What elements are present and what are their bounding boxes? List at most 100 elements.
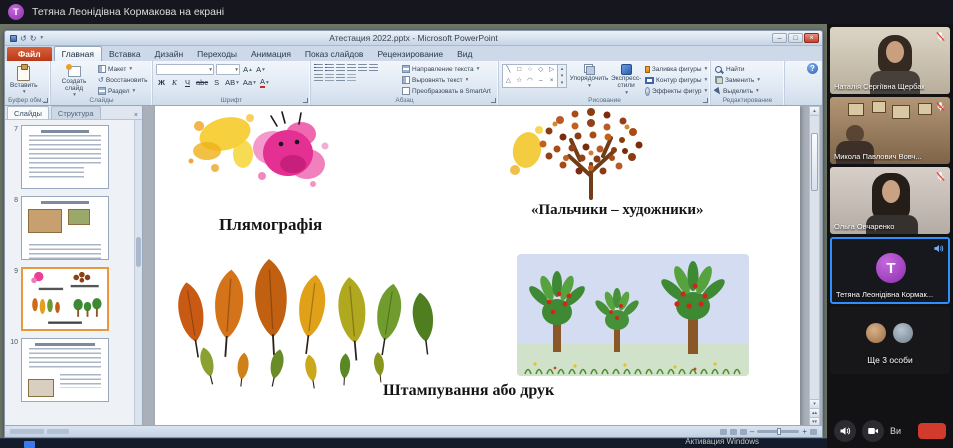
tab-design[interactable]: Дизайн xyxy=(148,47,191,61)
panel-tab-outline[interactable]: Структура xyxy=(51,106,101,119)
redo-icon[interactable]: ↻ xyxy=(30,34,37,43)
shape-effects-button[interactable]: Эффекты фигур▾ xyxy=(644,86,708,96)
justify-icon[interactable] xyxy=(347,74,356,82)
tab-file[interactable]: Файл xyxy=(7,47,52,61)
shape-icon[interactable]: ◇ xyxy=(538,67,543,74)
zoom-slider[interactable] xyxy=(757,430,799,433)
change-case-button[interactable]: Аа▾ xyxy=(242,77,257,88)
slide-scrollbar[interactable]: ▴ ▾ ▴▴ ▾▾ xyxy=(809,106,820,427)
shape-fill-button[interactable]: Заливка фигуры▾ xyxy=(644,64,708,74)
dialog-launcher-icon[interactable] xyxy=(703,98,708,103)
replace-button[interactable]: Заменить▾ xyxy=(714,75,761,85)
new-slide-button[interactable]: Создать слайд▾ xyxy=(54,64,94,99)
text-direction-button[interactable]: Направление текста▾ xyxy=(401,64,493,74)
font-color-button[interactable]: А▾ xyxy=(259,77,270,88)
numbering-icon[interactable] xyxy=(325,64,334,72)
slide-thumbnail[interactable] xyxy=(21,125,109,189)
tab-home[interactable]: Главная xyxy=(54,46,102,61)
quick-access-toolbar[interactable]: ↺ ↻ ▾ xyxy=(10,34,43,43)
quick-styles-button[interactable]: Экспресс-стили▾ xyxy=(611,64,641,96)
participant-tile[interactable]: Наталія Сергіївна Щербак xyxy=(830,27,950,94)
grow-font-button[interactable]: А▴ xyxy=(242,64,253,75)
gallery-scroll[interactable]: ▴▾▾ xyxy=(558,64,567,88)
sorter-view-icon[interactable] xyxy=(730,429,737,435)
dialog-launcher-icon[interactable] xyxy=(491,98,496,103)
participant-tile[interactable]: Микола Павлович Вовч... xyxy=(830,97,950,164)
shape-icon[interactable]: ◠ xyxy=(527,78,533,85)
shape-outline-button[interactable]: Контур фигуры▾ xyxy=(644,75,708,85)
shape-icon[interactable]: – xyxy=(539,78,543,85)
previous-slide-icon[interactable]: ▴▴ xyxy=(810,408,819,417)
shape-icon[interactable]: ╲ xyxy=(506,67,510,74)
participant-tile[interactable]: Ольга Овчаренко xyxy=(830,167,950,234)
font-size-select[interactable]: ▾ xyxy=(216,64,240,75)
strikethrough-button[interactable]: abc xyxy=(195,77,209,88)
arrange-button[interactable]: Упорядочить▾ xyxy=(570,64,608,90)
shape-icon[interactable]: × xyxy=(550,78,554,85)
slide-thumbnail-selected[interactable] xyxy=(21,267,109,331)
select-button[interactable]: Выделить▾ xyxy=(714,86,761,96)
panel-scrollbar[interactable] xyxy=(134,120,142,427)
tab-slideshow[interactable]: Показ слайдов xyxy=(298,47,371,61)
slideshow-view-icon[interactable] xyxy=(740,429,747,435)
shape-icon[interactable]: ○ xyxy=(528,67,532,74)
align-text-button[interactable]: Выровнять текст▾ xyxy=(401,75,493,85)
slide-text-stamp[interactable]: Штампування або друк xyxy=(383,382,554,400)
scroll-down-icon[interactable]: ▾ xyxy=(810,399,819,408)
participant-tile-active[interactable]: Т Тетяна Леонідівна Кормак... xyxy=(830,237,950,304)
layout-button[interactable]: Макет▾ xyxy=(97,64,149,74)
align-center-icon[interactable] xyxy=(325,74,334,82)
normal-view-icon[interactable] xyxy=(720,429,727,435)
bold-button[interactable]: Ж xyxy=(156,77,167,88)
shape-icon[interactable]: ☆ xyxy=(516,78,522,85)
tab-animation[interactable]: Анимация xyxy=(244,47,298,61)
you-label[interactable]: Ви xyxy=(890,426,901,436)
slide-thumbnail[interactable] xyxy=(21,196,109,260)
scrollbar-thumb[interactable] xyxy=(811,133,818,191)
leave-button[interactable] xyxy=(918,423,946,439)
increase-indent-icon[interactable] xyxy=(347,64,356,72)
underline-button[interactable]: Ч xyxy=(182,77,193,88)
decrease-indent-icon[interactable] xyxy=(336,64,345,72)
tab-review[interactable]: Рецензирование xyxy=(370,47,450,61)
fit-to-window-icon[interactable] xyxy=(810,429,817,435)
font-name-select[interactable]: ▾ xyxy=(156,64,214,75)
title-bar[interactable]: ↺ ↻ ▾ Атестация 2022.pptx - Microsoft Po… xyxy=(5,31,822,46)
shapes-gallery[interactable]: ╲□○◇▷△☆◠–× xyxy=(502,64,558,88)
dialog-launcher-icon[interactable] xyxy=(43,98,48,103)
tab-insert[interactable]: Вставка xyxy=(102,47,148,61)
line-spacing-icon[interactable] xyxy=(358,64,367,72)
reset-button[interactable]: ↺ Восстановить xyxy=(97,75,149,85)
close-button[interactable]: × xyxy=(804,33,819,43)
italic-button[interactable]: К xyxy=(169,77,180,88)
help-icon[interactable]: ? xyxy=(807,63,818,74)
char-spacing-button[interactable]: АВ▾ xyxy=(224,77,240,88)
smartart-button[interactable]: Преобразовать в SmartArt xyxy=(401,86,493,96)
panel-tab-slides[interactable]: Слайды xyxy=(7,106,49,119)
shape-icon[interactable]: ▷ xyxy=(549,67,554,74)
qat-dropdown-icon[interactable]: ▾ xyxy=(40,35,43,41)
find-button[interactable]: Найти xyxy=(714,64,761,74)
text-shadow-button[interactable]: S xyxy=(211,77,222,88)
taskbar-app-icon[interactable] xyxy=(24,441,35,448)
columns-icon[interactable] xyxy=(369,64,378,72)
zoom-in-icon[interactable]: + xyxy=(802,428,807,436)
slide-text-blot[interactable]: Плямографія xyxy=(219,215,322,235)
slide[interactable]: Плямографія «Пальчики – художники» Штамп… xyxy=(155,106,800,427)
scroll-up-icon[interactable]: ▴ xyxy=(810,107,819,116)
bullets-icon[interactable] xyxy=(314,64,323,72)
slide-text-fingers[interactable]: «Пальчики – художники» xyxy=(531,202,704,219)
maximize-button[interactable]: □ xyxy=(788,33,803,43)
align-right-icon[interactable] xyxy=(336,74,345,82)
video-button[interactable] xyxy=(862,420,884,442)
tab-view[interactable]: Вид xyxy=(450,47,479,61)
undo-icon[interactable]: ↺ xyxy=(20,34,27,43)
save-icon[interactable] xyxy=(10,35,17,42)
paste-button[interactable]: Вставить▾ xyxy=(8,64,40,96)
minimize-button[interactable]: – xyxy=(772,33,787,43)
panel-close-icon[interactable]: × xyxy=(132,112,140,119)
more-participants-tile[interactable]: Ще 3 особи xyxy=(830,307,950,374)
dialog-launcher-icon[interactable] xyxy=(303,98,308,103)
slide-thumbnail[interactable] xyxy=(21,338,109,402)
shape-icon[interactable]: △ xyxy=(506,78,511,85)
